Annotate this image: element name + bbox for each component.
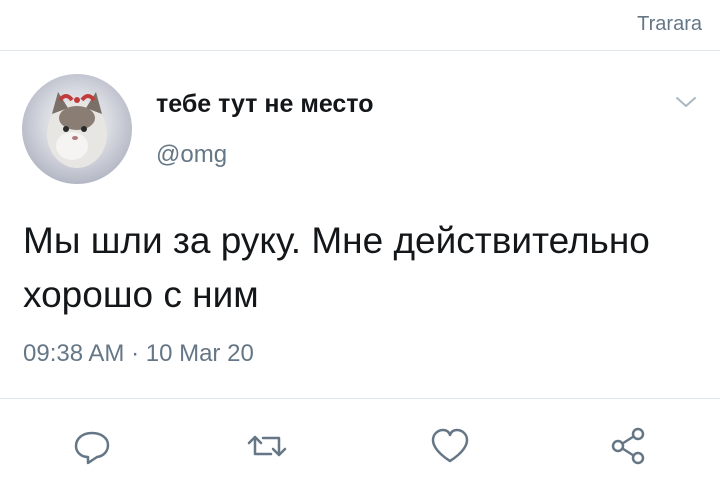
tweet-timestamp[interactable]: 09:38 AM · 10 Mar 20	[23, 340, 254, 368]
app-title: Trarara	[637, 13, 702, 35]
retweet-icon	[247, 435, 287, 457]
top-bar: Trarara	[0, 0, 720, 50]
cat-avatar-image	[47, 92, 107, 168]
like-button[interactable]	[428, 424, 472, 468]
avatar[interactable]	[22, 74, 132, 184]
display-name[interactable]: тебе тут не место	[156, 90, 373, 119]
chevron-down-icon[interactable]	[674, 92, 698, 112]
actions-divider	[0, 398, 720, 399]
reply-icon	[74, 431, 110, 465]
like-icon	[431, 428, 469, 463]
share-icon	[611, 427, 645, 465]
top-divider	[0, 50, 720, 51]
tweet-text: Мы шли за руку. Мне действительно хорошо…	[23, 220, 650, 315]
reply-button[interactable]	[70, 424, 114, 468]
user-handle[interactable]: @omg	[156, 141, 227, 169]
share-button[interactable]	[606, 424, 650, 468]
retweet-button[interactable]	[245, 424, 289, 468]
tweet-actions	[0, 400, 720, 490]
